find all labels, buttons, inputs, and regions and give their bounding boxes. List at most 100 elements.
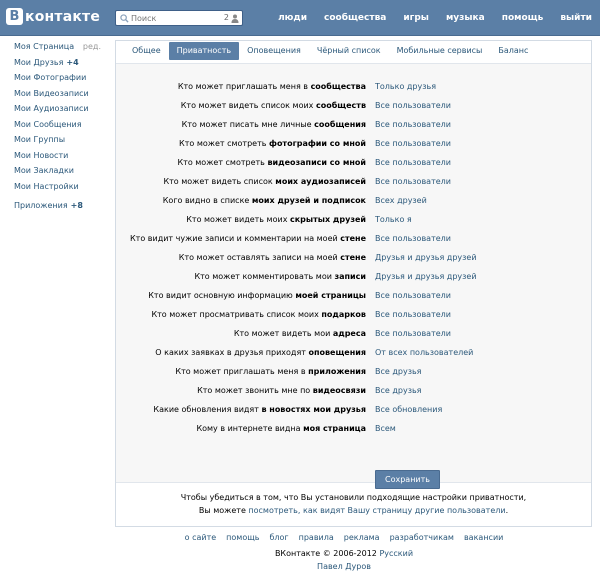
setting-label: Кому в интернете видна моя страница <box>196 424 366 433</box>
nav-communities[interactable]: сообщества <box>324 13 386 23</box>
setting-value-link[interactable]: Всем <box>375 424 396 433</box>
search-count: 2 <box>223 13 229 22</box>
setting-row: Кто может писать мне личные сообщения Все… <box>116 116 591 135</box>
setting-value-link[interactable]: Только друзья <box>375 82 436 91</box>
setting-label: Кого видно в списке моих друзей и подпис… <box>162 196 366 205</box>
setting-value-link[interactable]: Все пользователи <box>375 120 451 129</box>
setting-value-link[interactable]: Всех друзей <box>375 196 427 205</box>
search-box[interactable]: 2 <box>115 10 243 26</box>
setting-label: Кто может смотреть фотографии со мной <box>179 139 366 148</box>
sidebar-item-label: Мои Закладки <box>14 166 74 175</box>
sidebar-item-audio[interactable]: Мои Аудиозаписи <box>14 101 109 117</box>
tab-general[interactable]: Общее <box>124 42 169 60</box>
sidebar-item-settings[interactable]: Мои Настройки <box>14 179 109 195</box>
note-line-1: Чтобы убедиться в том, что Вы установили… <box>180 493 527 502</box>
top-bar: В контакте 2 люди сообщества игры музыка… <box>0 0 600 36</box>
setting-label: О каких заявках в друзья приходят оповещ… <box>155 348 366 357</box>
privacy-note: Чтобы убедиться в том, что Вы установили… <box>116 491 591 517</box>
sidebar-item-groups[interactable]: Мои Группы <box>14 132 109 148</box>
footer-links: о сайте помощь блог правила реклама разр… <box>0 533 600 542</box>
friends-count-badge: +4 <box>66 57 79 67</box>
setting-value-link[interactable]: Все друзья <box>375 386 421 395</box>
footer-link-help[interactable]: помощь <box>226 533 259 542</box>
setting-row: Кто может просматривать список моих пода… <box>116 306 591 325</box>
setting-label: Кто может писать мне личные сообщения <box>181 120 366 129</box>
setting-row: Кто может смотреть фотографии со мной Все… <box>116 135 591 154</box>
setting-value-link[interactable]: Друзья и друзья друзей <box>375 272 477 281</box>
top-nav: люди сообщества игры музыка помощь выйти <box>261 13 592 23</box>
search-input[interactable] <box>131 13 221 24</box>
setting-value-link[interactable]: Все пользователи <box>375 234 451 243</box>
sidebar-item-apps[interactable]: Приложения +8 <box>14 198 109 214</box>
tab-mobile[interactable]: Мобильные сервисы <box>389 42 491 60</box>
setting-value-link[interactable]: Все пользователи <box>375 158 451 167</box>
author-link[interactable]: Павел Дуров <box>0 562 600 571</box>
sidebar-item-messages[interactable]: Мои Сообщения <box>14 117 109 133</box>
sidebar-item-label: Мои Фотографии <box>14 73 87 82</box>
setting-value-link[interactable]: Все пользователи <box>375 177 451 186</box>
person-icon[interactable] <box>231 14 239 23</box>
edit-link[interactable]: ред. <box>83 39 101 55</box>
tab-notifications[interactable]: Оповещения <box>239 42 309 60</box>
logo-text: контакте <box>25 8 101 25</box>
settings-tabs: Общее Приватность Оповещения Чёрный спис… <box>116 41 591 61</box>
sidebar-item-label: Мои Друзья <box>14 57 64 67</box>
setting-row: Кто видит основную информацию моей стран… <box>116 287 591 306</box>
setting-row: Кто может видеть список моих сообществ Вс… <box>116 97 591 116</box>
setting-value-link[interactable]: Все пользователи <box>375 101 451 110</box>
nav-music[interactable]: музыка <box>446 13 485 23</box>
setting-label: Кто может приглашать меня в сообщества <box>177 82 366 91</box>
nav-people[interactable]: люди <box>278 13 307 23</box>
setting-label: Какие обновления видят в новостях мои др… <box>153 405 366 414</box>
setting-label: Кто может оставлять записи на моей стене <box>178 253 366 262</box>
sidebar-item-news[interactable]: Мои Новости <box>14 148 109 164</box>
setting-value-link[interactable]: Все друзья <box>375 367 421 376</box>
setting-label: Кто может видеть список моих сообществ <box>180 101 366 110</box>
apps-count-badge: +8 <box>70 201 83 210</box>
vk-logo[interactable]: В контакте <box>6 8 100 25</box>
setting-value-link[interactable]: Только я <box>375 215 412 224</box>
setting-value-link[interactable]: Все обновления <box>375 405 442 414</box>
footer-link-about[interactable]: о сайте <box>185 533 217 542</box>
setting-label: Кто может просматривать список моих пода… <box>151 310 366 319</box>
nav-games[interactable]: игры <box>403 13 429 23</box>
settings-panel: Общее Приватность Оповещения Чёрный спис… <box>115 40 592 527</box>
sidebar-item-label: Мои Новости <box>14 150 69 160</box>
setting-value-link[interactable]: Все пользователи <box>375 329 451 338</box>
sidebar-item-photos[interactable]: Мои Фотографии <box>14 70 109 86</box>
setting-label: Кто может звонить мне по видеосвязи <box>197 386 366 395</box>
sidebar-item-videos[interactable]: Мои Видеозаписи <box>14 86 109 102</box>
language-link[interactable]: Русский <box>379 549 413 558</box>
footer-link-ads[interactable]: реклама <box>344 533 380 542</box>
view-as-others-link[interactable]: посмотреть, как видят Вашу страницу друг… <box>248 506 505 515</box>
sidebar-item-label: Мои Настройки <box>14 181 79 191</box>
tab-balance[interactable]: Баланс <box>490 42 536 60</box>
setting-row: Какие обновления видят в новостях мои др… <box>116 401 591 420</box>
setting-value-link[interactable]: Друзья и друзья друзей <box>375 253 477 262</box>
setting-row: Кто может смотреть видеозаписи со мной Вс… <box>116 154 591 173</box>
setting-row: Кто может звонить мне по видеосвязи Все д… <box>116 382 591 401</box>
setting-row: Кто может видеть моих скрытых друзей Толь… <box>116 211 591 230</box>
save-button[interactable]: Сохранить <box>375 470 440 489</box>
nav-help[interactable]: помощь <box>502 13 544 23</box>
tab-privacy[interactable]: Приватность <box>168 42 240 60</box>
setting-value-link[interactable]: От всех пользователей <box>375 348 473 357</box>
sidebar-item-label: Приложения <box>14 201 68 210</box>
footer-link-jobs[interactable]: вакансии <box>464 533 503 542</box>
sidebar-item-friends[interactable]: Мои Друзья +4 <box>14 55 109 71</box>
setting-row: Кто видит чужие записи и комментарии на … <box>116 230 591 249</box>
tab-blacklist[interactable]: Чёрный список <box>309 42 389 60</box>
setting-value-link[interactable]: Все пользователи <box>375 291 451 300</box>
footer-link-developers[interactable]: разработчикам <box>390 533 454 542</box>
setting-label: Кто может видеть мои адреса <box>233 329 366 338</box>
setting-value-link[interactable]: Все пользователи <box>375 310 451 319</box>
sidebar-item-my-page[interactable]: Моя Страница ред. <box>14 39 109 55</box>
setting-value-link[interactable]: Все пользователи <box>375 139 451 148</box>
sidebar-item-bookmarks[interactable]: Мои Закладки <box>14 163 109 179</box>
setting-row: Кто может оставлять записи на моей стене… <box>116 249 591 268</box>
setting-label: Кто может комментировать мои записи <box>194 272 366 281</box>
setting-row: Кого видно в списке моих друзей и подпис… <box>116 192 591 211</box>
footer-link-rules[interactable]: правила <box>299 533 334 542</box>
nav-logout[interactable]: выйти <box>560 13 592 23</box>
footer-link-blog[interactable]: блог <box>269 533 288 542</box>
